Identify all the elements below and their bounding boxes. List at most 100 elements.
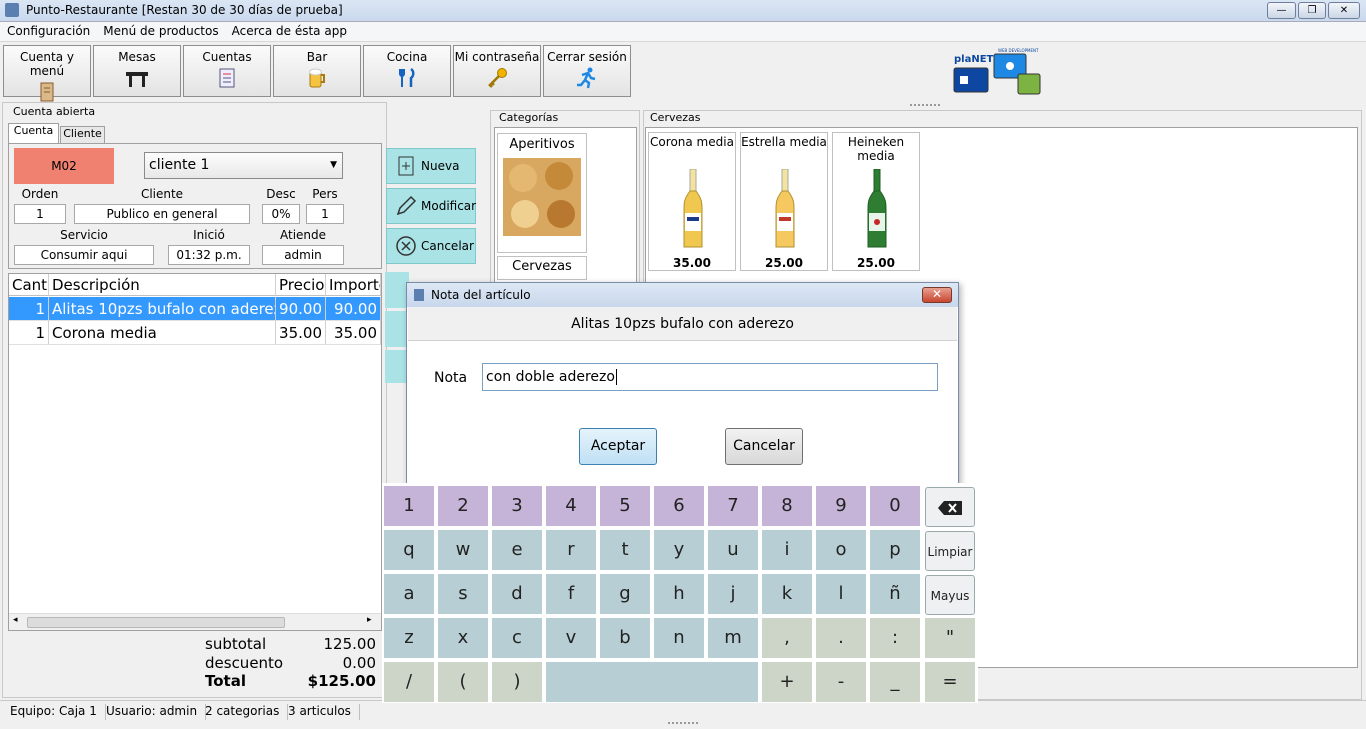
- key-n[interactable]: n: [654, 618, 704, 658]
- descuento-value: 0.00: [342, 654, 376, 672]
- key-0[interactable]: 0: [870, 486, 920, 526]
- key-b[interactable]: b: [600, 618, 650, 658]
- key-quote[interactable]: ": [925, 618, 975, 658]
- key-d[interactable]: d: [492, 574, 542, 614]
- tab-cliente[interactable]: Cliente: [60, 126, 105, 144]
- key-g[interactable]: g: [600, 574, 650, 614]
- items-grid[interactable]: Cant Descripción Precio Importe 1 Alitas…: [8, 273, 382, 631]
- limpiar-key[interactable]: Limpiar: [925, 531, 975, 571]
- backspace-key[interactable]: [925, 487, 975, 527]
- close-window-button[interactable]: ✕: [1328, 2, 1360, 19]
- pers-field[interactable]: 1: [306, 204, 344, 224]
- key-e[interactable]: e: [492, 530, 542, 570]
- product-corona[interactable]: Corona media 35.00: [648, 132, 736, 271]
- mayus-key[interactable]: Mayus: [925, 575, 975, 615]
- key-colon[interactable]: :: [870, 618, 920, 658]
- key-2[interactable]: 2: [438, 486, 488, 526]
- menu-productos[interactable]: Menú de productos: [96, 22, 224, 38]
- key-k[interactable]: k: [762, 574, 812, 614]
- cliente-select[interactable]: cliente 1 ▼: [144, 152, 343, 179]
- cancelar-cuenta-button[interactable]: Cancelar: [386, 228, 476, 264]
- desc-field[interactable]: 0%: [262, 204, 300, 224]
- key-f[interactable]: f: [546, 574, 596, 614]
- toolbar-bar-button[interactable]: Bar: [273, 45, 361, 97]
- scroll-right-icon[interactable]: ▸: [367, 615, 372, 625]
- key-open-paren[interactable]: (: [438, 662, 488, 702]
- maximize-button[interactable]: ❐: [1298, 2, 1326, 19]
- key-v[interactable]: v: [546, 618, 596, 658]
- key-q[interactable]: q: [384, 530, 434, 570]
- aceptar-button[interactable]: Aceptar: [579, 428, 657, 465]
- scroll-left-icon[interactable]: ◂: [13, 615, 18, 625]
- orden-field[interactable]: 1: [14, 204, 66, 224]
- key-4[interactable]: 4: [546, 486, 596, 526]
- category-aperitivos[interactable]: Aperitivos: [497, 133, 587, 253]
- key-a[interactable]: a: [384, 574, 434, 614]
- category-cervezas[interactable]: Cervezas: [497, 256, 587, 280]
- tab-cuenta[interactable]: Cuenta: [8, 123, 59, 144]
- key-x[interactable]: x: [438, 618, 488, 658]
- toolbar-cerrar-sesion-button[interactable]: Cerrar sesión: [543, 45, 631, 97]
- toolbar-mesas-button[interactable]: Mesas: [93, 45, 181, 97]
- key-l[interactable]: l: [816, 574, 866, 614]
- key-space[interactable]: [546, 662, 758, 702]
- table-row[interactable]: 1 Corona media 35.00 35.00: [9, 321, 381, 345]
- key-8[interactable]: 8: [762, 486, 812, 526]
- key-1[interactable]: 1: [384, 486, 434, 526]
- resize-grip[interactable]: [668, 722, 698, 725]
- key-y[interactable]: y: [654, 530, 704, 570]
- key-plus[interactable]: +: [762, 662, 812, 702]
- key-j[interactable]: j: [708, 574, 758, 614]
- key-minus[interactable]: -: [816, 662, 866, 702]
- key-slash[interactable]: /: [384, 662, 434, 702]
- toolbar-contrasena-button[interactable]: Mi contraseña: [453, 45, 541, 97]
- nueva-button[interactable]: Nueva: [386, 148, 476, 184]
- nota-input[interactable]: con doble aderezo: [482, 363, 938, 391]
- table-row[interactable]: 1 Alitas 10pzs bufalo con aderezo 90.00 …: [9, 297, 381, 321]
- key-i[interactable]: i: [762, 530, 812, 570]
- toolbar-cuentas-button[interactable]: Cuentas: [183, 45, 271, 97]
- menu-acerca[interactable]: Acerca de ésta app: [225, 22, 353, 38]
- scrollbar-thumb[interactable]: [27, 617, 285, 628]
- menu-configuracion[interactable]: Configuración: [0, 22, 96, 38]
- servicio-field[interactable]: Consumir aqui: [14, 245, 154, 265]
- product-estrella[interactable]: Estrella media 25.00: [740, 132, 828, 271]
- key-underscore[interactable]: _: [870, 662, 920, 702]
- key-h[interactable]: h: [654, 574, 704, 614]
- col-precio[interactable]: Precio: [276, 274, 326, 296]
- key-r[interactable]: r: [546, 530, 596, 570]
- key-c[interactable]: c: [492, 618, 542, 658]
- key-w[interactable]: w: [438, 530, 488, 570]
- col-descripcion[interactable]: Descripción: [49, 274, 276, 296]
- toolbar-cocina-button[interactable]: Cocina: [363, 45, 451, 97]
- key-period[interactable]: .: [816, 618, 866, 658]
- key-z[interactable]: z: [384, 618, 434, 658]
- window-title: Punto-Restaurante [Restan 30 de 30 días …: [26, 3, 343, 17]
- key-ñ[interactable]: ñ: [870, 574, 920, 614]
- key-u[interactable]: u: [708, 530, 758, 570]
- key-comma[interactable]: ,: [762, 618, 812, 658]
- key-5[interactable]: 5: [600, 486, 650, 526]
- col-cant[interactable]: Cant: [9, 274, 49, 296]
- splitter-handle[interactable]: [910, 104, 940, 107]
- horizontal-scrollbar[interactable]: ◂ ▸: [9, 613, 381, 630]
- cliente-field[interactable]: Publico en general: [74, 204, 250, 224]
- key-t[interactable]: t: [600, 530, 650, 570]
- key-7[interactable]: 7: [708, 486, 758, 526]
- key-3[interactable]: 3: [492, 486, 542, 526]
- key-p[interactable]: p: [870, 530, 920, 570]
- modificar-button[interactable]: Modificar: [386, 188, 476, 224]
- key-o[interactable]: o: [816, 530, 866, 570]
- key-6[interactable]: 6: [654, 486, 704, 526]
- key-s[interactable]: s: [438, 574, 488, 614]
- key-equals[interactable]: =: [925, 662, 975, 702]
- product-heineken[interactable]: Heineken media 25.00: [832, 132, 920, 271]
- key-m[interactable]: m: [708, 618, 758, 658]
- dialog-close-button[interactable]: ✕: [922, 287, 952, 303]
- key-close-paren[interactable]: ): [492, 662, 542, 702]
- toolbar-cuenta-menu-button[interactable]: Cuenta y menú: [3, 45, 91, 102]
- key-9[interactable]: 9: [816, 486, 866, 526]
- col-importe[interactable]: Importe: [326, 274, 381, 296]
- dialog-cancelar-button[interactable]: Cancelar: [725, 428, 803, 465]
- minimize-button[interactable]: —: [1267, 2, 1296, 19]
